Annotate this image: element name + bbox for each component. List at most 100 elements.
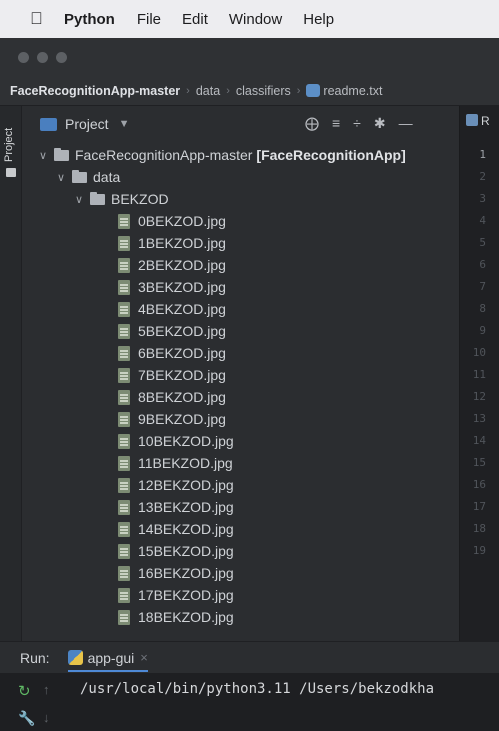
- tree-item-file[interactable]: 1BEKZOD.jpg: [22, 232, 459, 254]
- run-tab-app-gui[interactable]: app-gui ×: [50, 642, 148, 674]
- locate-file-icon[interactable]: ⨁: [305, 115, 319, 132]
- macos-menu-bar:  Python File Edit Window Help: [0, 0, 499, 38]
- tree-item-file[interactable]: 12BEKZOD.jpg: [22, 474, 459, 496]
- tree-item-label: 11BEKZOD.jpg: [138, 455, 233, 471]
- tree-item-file[interactable]: 6BEKZOD.jpg: [22, 342, 459, 364]
- project-tree: ∨ FaceRecognitionApp-master [FaceRecogni…: [22, 142, 459, 641]
- window-title-bar: [0, 38, 499, 76]
- chevron-down-icon[interactable]: ∨: [36, 149, 50, 162]
- tree-item-file[interactable]: 4BEKZOD.jpg: [22, 298, 459, 320]
- tree-item-bekzod[interactable]: ∨ BEKZOD: [22, 188, 459, 210]
- breadcrumb-readme[interactable]: readme.txt: [323, 84, 382, 98]
- line-number: 15: [472, 456, 486, 469]
- image-file-icon: [118, 521, 130, 537]
- tree-item-file[interactable]: 2BEKZOD.jpg: [22, 254, 459, 276]
- collapse-all-icon[interactable]: ÷: [353, 115, 361, 132]
- breadcrumb-project[interactable]: FaceRecognitionApp-master: [10, 84, 180, 98]
- minimize-window-button[interactable]: [37, 51, 48, 63]
- tree-item-file[interactable]: 0BEKZOD.jpg: [22, 210, 459, 232]
- folder-icon: [54, 147, 69, 161]
- image-file-icon: [118, 301, 130, 317]
- image-file-icon: [118, 279, 130, 295]
- tree-item-file[interactable]: 17BEKZOD.jpg: [22, 584, 459, 606]
- tree-item-file[interactable]: 16BEKZOD.jpg: [22, 562, 459, 584]
- tree-item-label: 0BEKZOD.jpg: [138, 213, 226, 229]
- line-number: 18: [472, 522, 486, 535]
- tree-item-label: 14BEKZOD.jpg: [138, 521, 234, 537]
- chevron-down-icon[interactable]: ∨: [54, 171, 68, 184]
- tree-item-file[interactable]: 18BEKZOD.jpg: [22, 606, 459, 628]
- tool-window-strip: Project: [0, 106, 22, 641]
- module-name: [FaceRecognitionApp]: [256, 147, 406, 163]
- tree-item-label: 8BEKZOD.jpg: [138, 389, 226, 405]
- project-tool-button[interactable]: Project: [3, 112, 15, 162]
- tree-item-file[interactable]: 8BEKZOD.jpg: [22, 386, 459, 408]
- image-file-icon: [118, 411, 130, 427]
- line-number: 12: [472, 390, 486, 403]
- menu-python[interactable]: Python: [64, 11, 115, 28]
- tree-item-file[interactable]: 9BEKZOD.jpg: [22, 408, 459, 430]
- menu-edit[interactable]: Edit: [182, 11, 208, 28]
- image-file-icon: [118, 213, 130, 229]
- close-window-button[interactable]: [18, 51, 29, 63]
- hide-panel-icon[interactable]: —: [399, 115, 413, 132]
- tree-item-file[interactable]: 7BEKZOD.jpg: [22, 364, 459, 386]
- line-number: 1: [479, 148, 486, 161]
- image-file-icon: [118, 389, 130, 405]
- tree-item-file[interactable]: 10BEKZOD.jpg: [22, 430, 459, 452]
- chevron-down-icon[interactable]: ▼: [119, 118, 130, 130]
- tree-item-data[interactable]: ∨ data: [22, 166, 459, 188]
- project-view-selector[interactable]: Project: [65, 116, 109, 132]
- tree-item-root[interactable]: ∨ FaceRecognitionApp-master [FaceRecogni…: [22, 144, 459, 166]
- run-label: Run:: [20, 649, 50, 666]
- console-output[interactable]: /usr/local/bin/python3.11 /Users/bekzodk…: [80, 681, 434, 697]
- chevron-right-icon: ›: [296, 84, 301, 97]
- arrow-down-icon[interactable]: ↓: [43, 710, 50, 725]
- image-file-icon: [118, 587, 130, 603]
- breadcrumb-classifiers[interactable]: classifiers: [236, 84, 291, 98]
- tree-item-file[interactable]: 5BEKZOD.jpg: [22, 320, 459, 342]
- arrow-up-icon[interactable]: ↑: [43, 682, 50, 697]
- menu-help[interactable]: Help: [303, 11, 334, 28]
- tree-item-label: data: [93, 169, 121, 185]
- expand-all-icon[interactable]: ≡: [332, 115, 340, 132]
- run-config-name: app-gui: [87, 649, 135, 666]
- line-number: 4: [479, 214, 486, 227]
- line-number: 3: [479, 192, 486, 205]
- editor-tab[interactable]: R: [466, 114, 490, 128]
- tree-item-file[interactable]: 11BEKZOD.jpg: [22, 452, 459, 474]
- chevron-right-icon: ›: [226, 84, 230, 97]
- menu-file[interactable]: File: [137, 11, 161, 28]
- wrench-icon[interactable]: 🔧: [18, 710, 35, 727]
- tree-item-file[interactable]: 15BEKZOD.jpg: [22, 540, 459, 562]
- run-console: ↻ ↑ 🔧 ↓ /usr/local/bin/python3.11 /Users…: [0, 673, 499, 731]
- close-icon[interactable]: ×: [140, 650, 148, 665]
- line-number: 9: [479, 324, 486, 337]
- breadcrumb-data[interactable]: data: [196, 84, 220, 98]
- tree-item-label: 15BEKZOD.jpg: [138, 543, 234, 559]
- gear-icon[interactable]: ✱: [374, 115, 386, 132]
- tree-item-file[interactable]: 14BEKZOD.jpg: [22, 518, 459, 540]
- tree-item-label: 13BEKZOD.jpg: [138, 499, 234, 515]
- editor-tab-label: R: [481, 114, 490, 128]
- tree-item-label: 3BEKZOD.jpg: [138, 279, 226, 295]
- tree-item-file[interactable]: 3BEKZOD.jpg: [22, 276, 459, 298]
- structure-tool-icon[interactable]: [6, 168, 16, 177]
- editor-gutter: R 1 2 3 4 5 6 7 8 9 10 11 12 13 14 15 16 17 18 19: [459, 106, 499, 641]
- chevron-down-icon[interactable]: ∨: [72, 193, 86, 206]
- tree-item-label: 9BEKZOD.jpg: [138, 411, 226, 427]
- image-file-icon: [118, 543, 130, 559]
- active-tab-indicator: [67, 669, 148, 672]
- zoom-window-button[interactable]: [56, 51, 67, 63]
- menu-window[interactable]: Window: [229, 11, 282, 28]
- line-number: 8: [479, 302, 486, 315]
- image-file-icon: [118, 345, 130, 361]
- rerun-icon[interactable]: ↻: [18, 682, 31, 700]
- tree-item-file[interactable]: 13BEKZOD.jpg: [22, 496, 459, 518]
- tree-item-label: BEKZOD: [111, 191, 169, 207]
- image-file-icon: [118, 455, 130, 471]
- image-file-icon: [118, 477, 130, 493]
- apple-icon[interactable]: : [30, 9, 50, 29]
- image-file-icon: [118, 609, 130, 625]
- tree-item-label: 16BEKZOD.jpg: [138, 565, 234, 581]
